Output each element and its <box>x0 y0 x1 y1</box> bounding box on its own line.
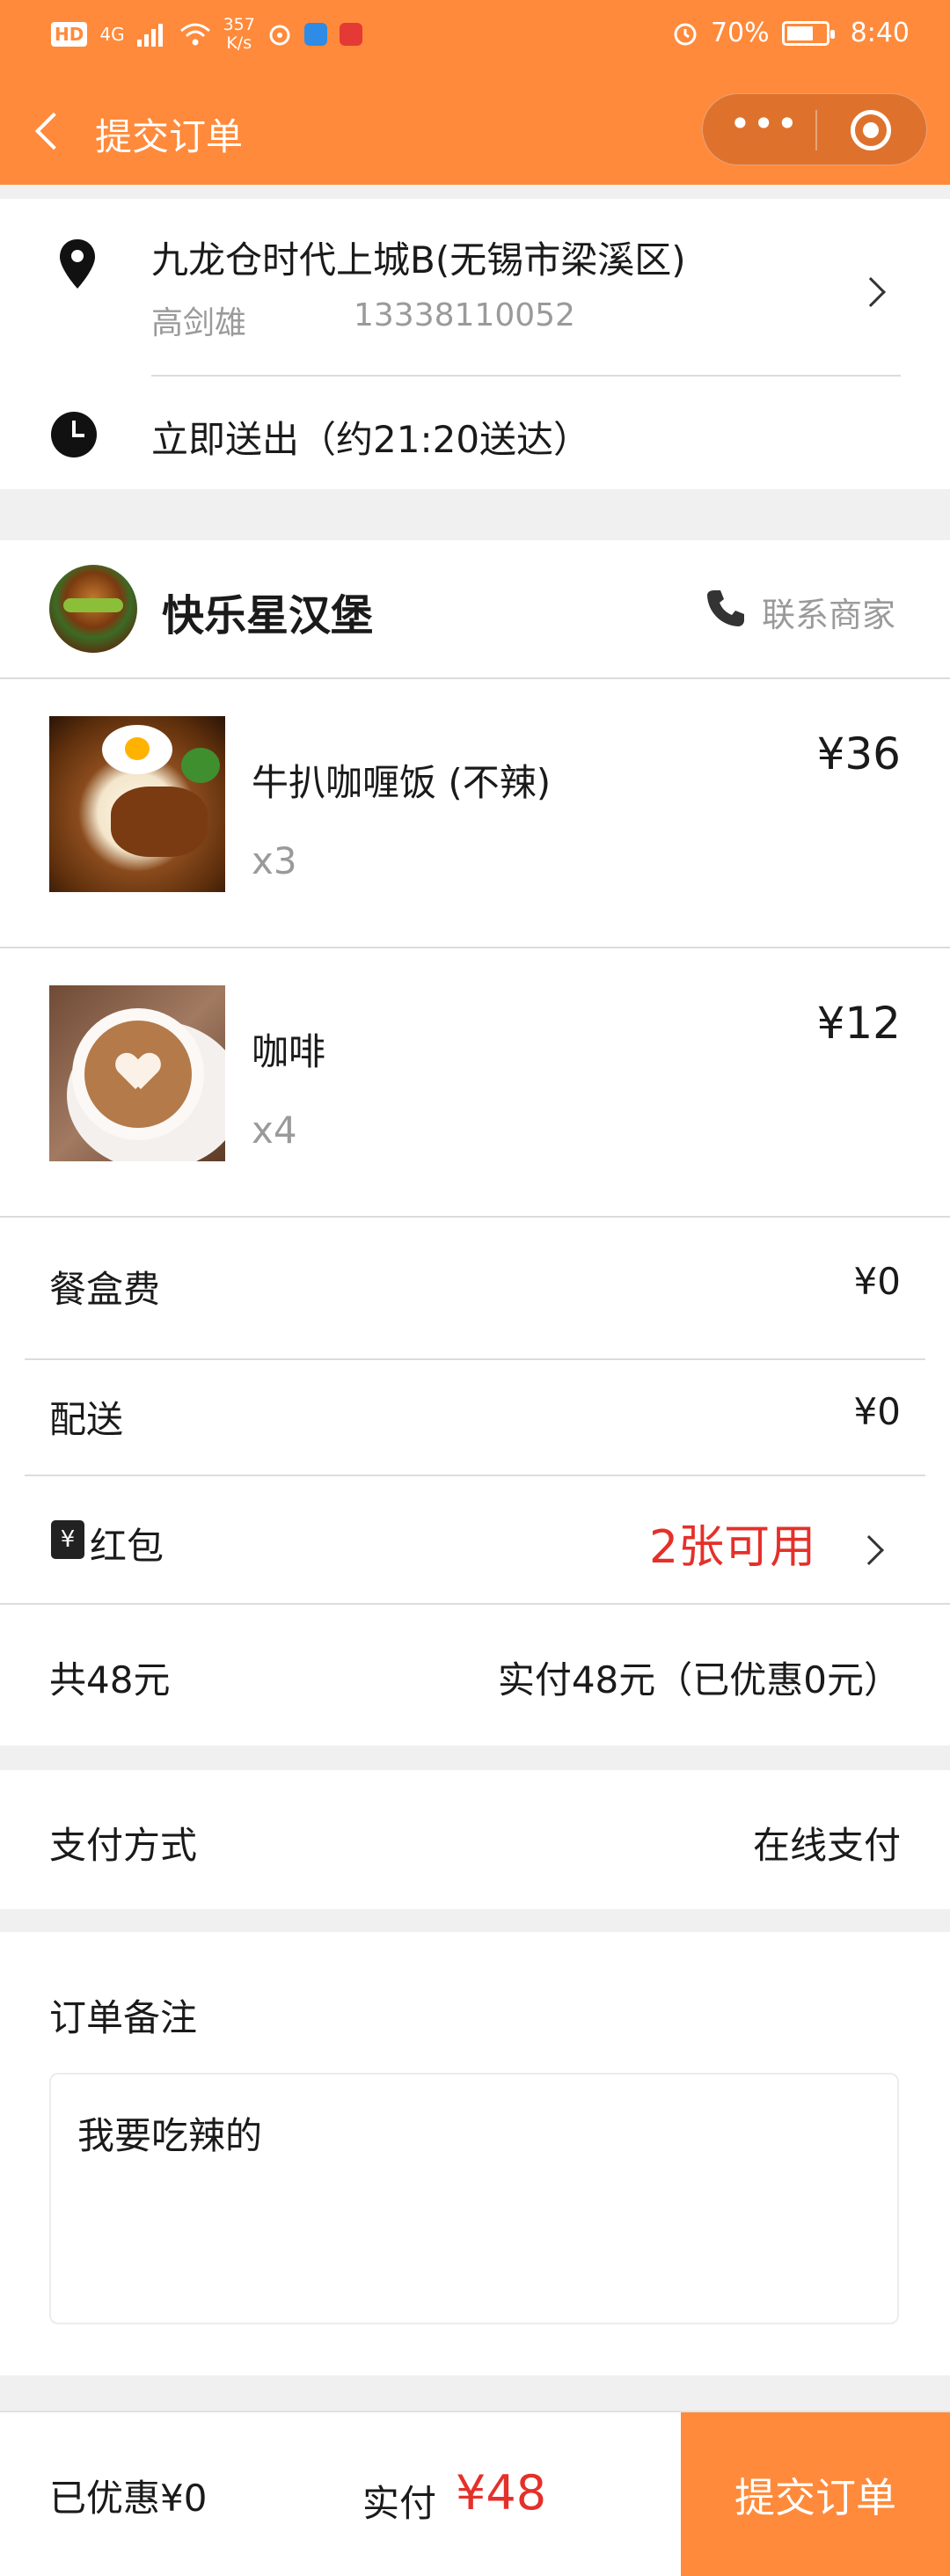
red-packet-label: 红包 <box>90 1525 164 1568</box>
alarm-icon <box>674 23 697 45</box>
battery-percent: 70% <box>710 18 770 48</box>
battery-icon <box>781 20 835 46</box>
address-text: 九龙仓时代上城B(无锡市梁溪区) <box>151 238 686 282</box>
discount-amount: 已优惠¥0 <box>49 2477 208 2520</box>
signal-icon <box>136 24 163 47</box>
payment-card[interactable]: 支付方式 在线支付 <box>0 1770 950 1909</box>
delivery-fee-label: 配送 <box>49 1398 124 1441</box>
paid-summary: 实付48元（已优惠0元） <box>497 1658 901 1701</box>
divider <box>151 375 901 377</box>
weibo-icon <box>269 25 290 46</box>
divider <box>25 1358 925 1360</box>
item-price: ¥36 <box>816 728 901 779</box>
divider <box>0 1216 950 1218</box>
box-fee-value: ¥0 <box>853 1260 901 1303</box>
item-qty: x4 <box>252 1109 297 1152</box>
more-dots-icon[interactable]: ••• <box>729 106 798 147</box>
capsule-divider <box>815 110 817 150</box>
item-name: 牛扒咖喱饭 (不辣) <box>252 761 552 804</box>
order-notes-card: 订单备注 <box>0 1932 950 2375</box>
sauce <box>111 787 208 857</box>
box-fee-label: 餐盒费 <box>49 1268 161 1311</box>
clock-icon <box>51 412 97 457</box>
nav-bar: 提交订单 ••• <box>0 88 950 176</box>
shop-name: 快乐星汉堡 <box>162 591 374 640</box>
order-notes-input[interactable] <box>49 2073 899 2324</box>
food-image-coffee <box>49 985 225 1161</box>
food-image-steak-curry <box>49 716 225 892</box>
egg <box>102 725 172 774</box>
paid-label: 实付 <box>362 2482 437 2525</box>
app-notification-icon <box>303 23 327 46</box>
red-packet-icon: ¥ <box>51 1520 84 1559</box>
chevron-right-icon <box>856 277 886 307</box>
app-notification-icon-2 <box>339 23 362 46</box>
contact-shop-button[interactable]: 联系商家 <box>762 588 895 636</box>
divider <box>25 1475 925 1476</box>
divider <box>0 677 950 679</box>
location-pin-icon <box>60 239 95 289</box>
network-label: 4G <box>99 24 125 45</box>
net-speed-value: 357 <box>223 15 255 34</box>
item-price: ¥12 <box>816 998 901 1049</box>
address-card[interactable]: 九龙仓时代上城B(无锡市梁溪区) 高剑雄 13338110052 立即送出（约2… <box>0 199 950 489</box>
vegetable <box>181 748 220 783</box>
paid-amount: ¥48 <box>456 2465 547 2521</box>
miniapp-close-icon[interactable] <box>851 110 891 150</box>
red-packet-available[interactable]: 2张可用 <box>649 1510 815 1576</box>
order-notes-label: 订单备注 <box>49 1996 198 2039</box>
contact-name: 高剑雄 <box>151 305 247 341</box>
shop-avatar <box>49 565 137 653</box>
net-speed-unit: K/s <box>226 33 252 53</box>
item-name: 咖啡 <box>252 1030 326 1073</box>
payment-method-label: 支付方式 <box>49 1824 198 1867</box>
shop-card: 快乐星汉堡 联系商家 牛扒咖喱饭 (不辣) x3 ¥36 咖啡 x4 ¥12 餐… <box>0 540 950 1745</box>
back-arrow-icon[interactable] <box>30 106 74 155</box>
net-speed: 357 K/s <box>223 16 255 53</box>
phone-icon[interactable] <box>705 588 746 628</box>
miniapp-capsule: ••• <box>702 93 927 165</box>
bottom-bar: 已优惠¥0 实付 ¥48 提交订单 <box>0 2411 950 2576</box>
wifi-icon <box>179 23 210 46</box>
submit-order-button[interactable]: 提交订单 <box>681 2412 950 2576</box>
status-bar: HD 4G 357 K/s 70% 8:40 <box>0 0 950 72</box>
divider <box>0 947 950 948</box>
hd-badge: HD <box>51 22 88 47</box>
delivery-fee-value: ¥0 <box>853 1390 901 1433</box>
battery-level <box>786 26 814 40</box>
total-amount: 共48元 <box>49 1658 171 1701</box>
item-qty: x3 <box>252 839 297 882</box>
divider <box>0 1603 950 1605</box>
latte-heart <box>118 1054 158 1089</box>
top-bar: HD 4G 357 K/s 70% 8:40 提交订单 ••• <box>0 0 950 185</box>
payment-method-value[interactable]: 在线支付 <box>753 1816 901 1870</box>
clock-time: 8:40 <box>850 18 910 48</box>
delivery-time[interactable]: 立即送出（约21:20送达） <box>151 410 590 464</box>
page-title: 提交订单 <box>95 115 244 158</box>
contact-phone: 13338110052 <box>354 297 575 333</box>
chevron-right-icon[interactable] <box>854 1535 884 1565</box>
